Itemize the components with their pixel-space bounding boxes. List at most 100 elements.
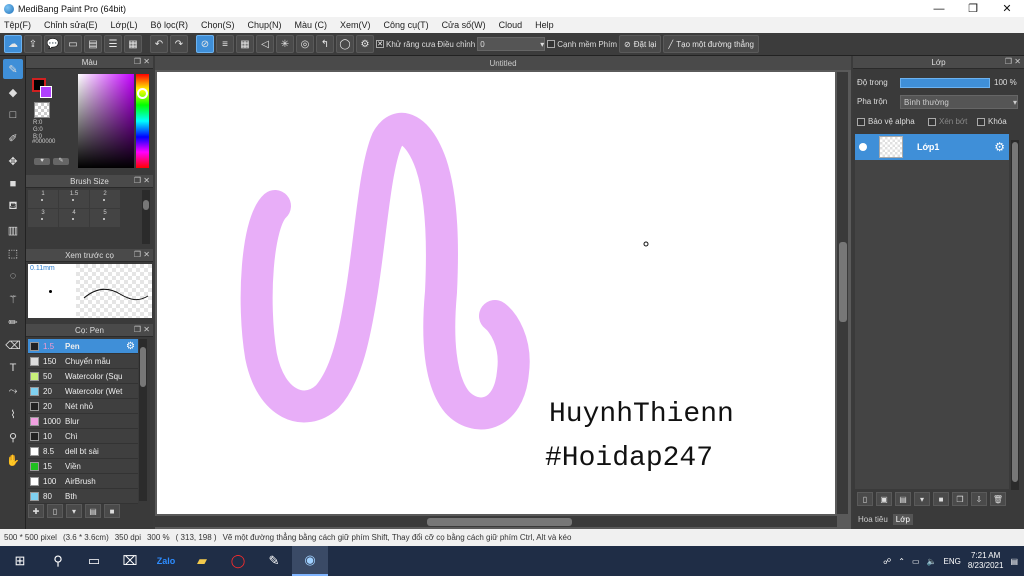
minimize-button[interactable]: — (922, 0, 956, 17)
menu-layer[interactable]: Lớp(L) (111, 20, 138, 30)
color-picker-button[interactable]: ✎ (53, 158, 69, 165)
brush-settings-icon[interactable]: ▤ (85, 504, 101, 518)
blend-mode-select[interactable]: Bình thường ▾ (900, 95, 1018, 109)
new-8bit-layer-icon[interactable]: ▤ (895, 492, 911, 506)
clipping-checkbox[interactable] (928, 117, 936, 126)
select-eraser-tool-icon[interactable]: ⌫ (3, 335, 23, 355)
search-icon[interactable]: ⚲ (40, 546, 76, 576)
brush-item[interactable]: 150 Chuyển mẫu (28, 354, 138, 369)
menu-select[interactable]: Chọn(S) (201, 20, 235, 30)
menu-snap[interactable]: Chụp(N) (248, 20, 282, 30)
brush-item[interactable]: 15 Viền (28, 459, 138, 474)
bucket-tool-icon[interactable]: ⛾ (3, 197, 23, 217)
snap-ellipse-icon[interactable]: ◯ (336, 35, 354, 53)
drawing-canvas[interactable]: HuynhThienn #Hoidap247 (157, 72, 835, 514)
soft-edge-checkbox[interactable] (547, 40, 556, 48)
layer-row[interactable]: Lớp1 ⚙ (855, 134, 1009, 160)
brush-folder-icon[interactable]: ■ (104, 504, 120, 518)
redo-icon[interactable]: ↷ (170, 35, 188, 53)
panel-close-icon[interactable]: ❐ ✕ (134, 57, 150, 66)
soft-edge-option[interactable]: Cạnh mềm (547, 40, 596, 49)
chevron-up-icon[interactable]: ⌃ (898, 557, 905, 566)
snap-radial-icon[interactable]: ✳ (276, 35, 294, 53)
list-icon[interactable]: ☰ (104, 35, 122, 53)
rectangle-tool-icon[interactable]: □ (3, 105, 23, 125)
layer-settings-icon[interactable]: ⚙ (994, 140, 1005, 154)
notification-icon[interactable]: ▤ (1010, 557, 1018, 566)
brush-add-icon[interactable]: ✚ (28, 504, 44, 518)
straight-line-button[interactable]: ╱ Tạo một đường thẳng (663, 35, 759, 53)
brush-tool-icon[interactable]: ✎ (3, 59, 23, 79)
menu-view[interactable]: Xem(V) (340, 20, 371, 30)
file-explorer-icon[interactable]: ▰ (184, 546, 220, 576)
divide-tool-icon[interactable]: ⤳ (3, 381, 23, 401)
snap-perspective-icon[interactable]: ◁ (256, 35, 274, 53)
brush-item[interactable]: 20 Watercolor (Wet (28, 384, 138, 399)
canvas-horizontal-scrollbar[interactable] (155, 516, 837, 527)
maximize-button[interactable]: ❐ (956, 0, 990, 17)
task-view-icon[interactable]: ▭ (76, 546, 112, 576)
medibang-taskbar-icon[interactable]: ◉ (292, 546, 328, 576)
network-icon[interactable]: ▭ (912, 557, 920, 566)
dropper-tool-icon[interactable]: ⚲ (3, 427, 23, 447)
share-icon[interactable]: ⇪ (24, 35, 42, 53)
brush-list-scrollbar[interactable] (139, 339, 147, 501)
panel-close-icon[interactable]: ❐ ✕ (1005, 57, 1021, 66)
menu-file[interactable]: Tệp(F) (4, 20, 31, 30)
snap-grid-icon[interactable]: ▦ (236, 35, 254, 53)
brush-size-cell[interactable]: 1 (28, 190, 58, 208)
brush-item[interactable]: 1000 Blur (28, 414, 138, 429)
brush-size-cell[interactable]: 1.5 (59, 190, 89, 208)
chat-icon[interactable]: ▭ (64, 35, 82, 53)
hand-tool-icon[interactable]: ✋ (3, 450, 23, 470)
fill-rect-tool-icon[interactable]: ■ (3, 174, 23, 194)
brush-item[interactable]: 20 Nét nhỏ (28, 399, 138, 414)
reset-button[interactable]: ⊘ Đặt lại (619, 35, 662, 53)
brush-size-scrollbar[interactable] (142, 190, 150, 244)
duplicate-layer-icon[interactable]: ❐ (952, 492, 968, 506)
close-button[interactable]: ✕ (990, 0, 1024, 17)
cloud-icon[interactable]: ☁ (4, 35, 22, 53)
layer-visibility-icon[interactable] (859, 143, 867, 151)
lasso-tool-icon[interactable]: ◌ (3, 266, 23, 286)
new-layer-icon[interactable]: ▯ (857, 492, 873, 506)
zalo-icon[interactable]: Zalo (148, 546, 184, 576)
text-tool-icon[interactable]: T (3, 358, 23, 378)
secondary-color-swatch[interactable] (40, 86, 52, 98)
menu-filter[interactable]: Bộ lọc(R) (150, 20, 188, 30)
tab-navigator[interactable]: Hoa tiêu (855, 514, 891, 525)
select-tool-icon[interactable]: ⬚ (3, 243, 23, 263)
menu-tools[interactable]: Công cụ(T) (384, 20, 429, 30)
panel-close-icon[interactable]: ❐ ✕ (134, 250, 150, 259)
antialias-checkbox[interactable]: ✕ (376, 40, 384, 48)
layer-scrollbar[interactable] (1011, 140, 1019, 490)
select-pen-tool-icon[interactable]: ✏ (3, 312, 23, 332)
protect-alpha-option[interactable]: Bảo vệ alpha (857, 117, 915, 126)
layer-menu-icon[interactable]: ▾ (914, 492, 930, 506)
brush-menu-icon[interactable]: ▾ (66, 504, 82, 518)
lock-checkbox[interactable] (977, 117, 985, 126)
brush-item[interactable]: 10 Chì (28, 429, 138, 444)
brush-item[interactable]: 100 AirBrush (28, 474, 138, 489)
language-indicator[interactable]: ENG (944, 557, 961, 566)
hue-knob[interactable] (137, 88, 148, 99)
brush-item[interactable]: 8.5 dell bt sài (28, 444, 138, 459)
protect-alpha-checkbox[interactable] (857, 117, 865, 126)
eraser-tool-icon[interactable]: ◆ (3, 82, 23, 102)
delete-layer-icon[interactable]: 🗑 (990, 492, 1006, 506)
menu-edit[interactable]: Chỉnh sửa(E) (44, 20, 98, 30)
brush-copy-icon[interactable]: ▯ (47, 504, 63, 518)
menu-help[interactable]: Help (535, 20, 554, 30)
pen-settings-tool-icon[interactable]: ✐ (3, 128, 23, 148)
snap-curve-icon[interactable]: ↰ (316, 35, 334, 53)
opacity-slider[interactable] (900, 78, 990, 88)
comment-icon[interactable]: 💬 (44, 35, 62, 53)
brush-item[interactable]: 80 Bth (28, 489, 138, 504)
brush-item[interactable]: 1.5 Pen ⚙ (28, 339, 138, 354)
merge-layer-icon[interactable]: ⇩ (971, 492, 987, 506)
windows-start-icon[interactable]: ⊞ (0, 546, 40, 576)
antialias-option[interactable]: ✕ Khử răng cưa (376, 40, 435, 49)
opera-icon[interactable]: ◯ (220, 546, 256, 576)
clipping-option[interactable]: Xén bớt (928, 117, 967, 126)
color-add-button[interactable]: ♥ (34, 158, 50, 165)
